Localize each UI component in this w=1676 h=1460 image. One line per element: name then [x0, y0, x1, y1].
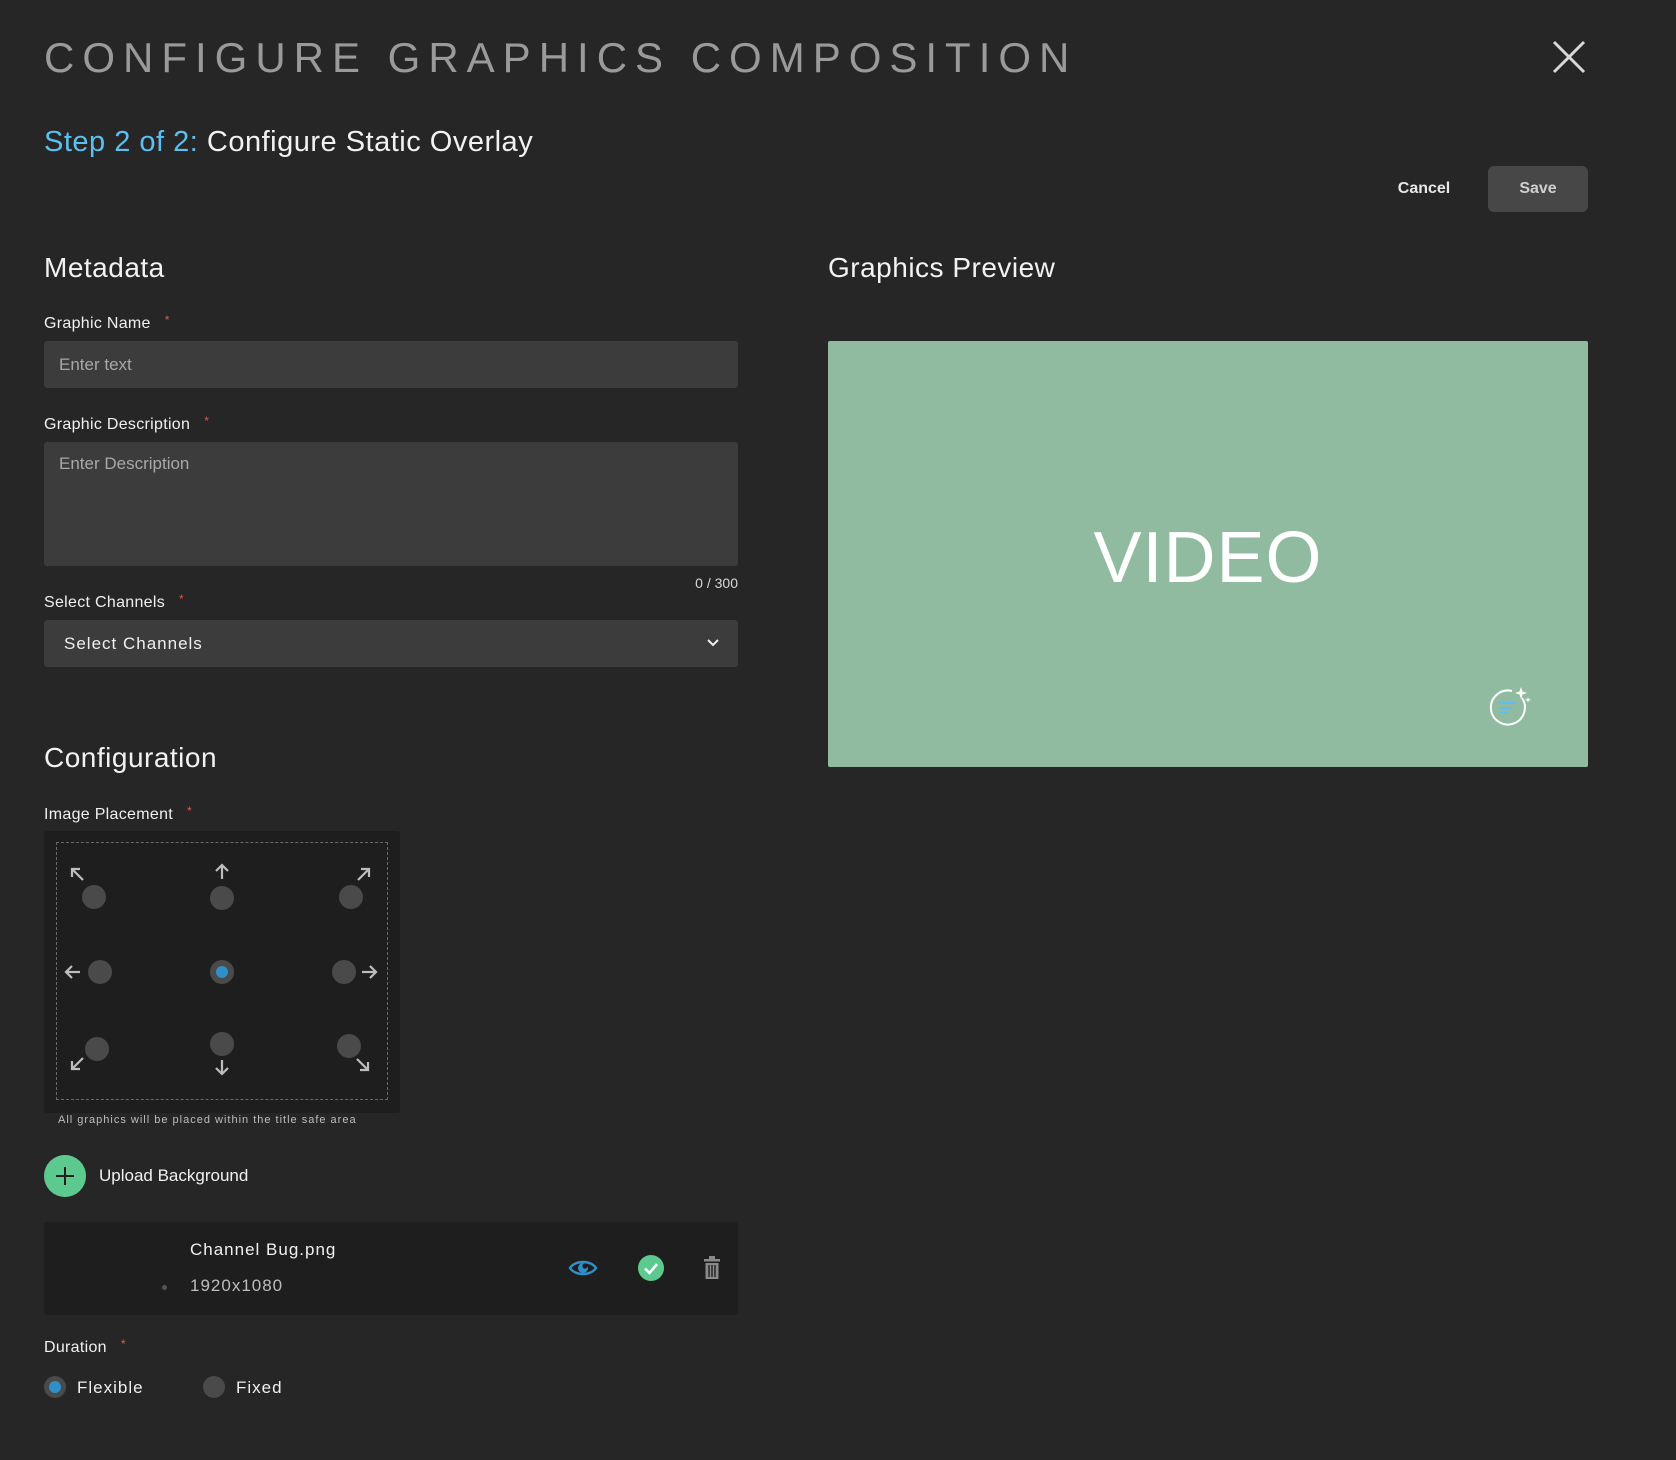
duration-flexible-radio[interactable]	[44, 1376, 66, 1398]
placement-bottom-center[interactable]	[210, 1032, 234, 1056]
image-placement-label: Image Placement *	[44, 804, 192, 824]
placement-middle-right[interactable]	[332, 960, 356, 984]
page-title: CONFIGURE GRAPHICS COMPOSITION	[44, 34, 1078, 81]
select-channels-label: Select Channels *	[44, 592, 184, 612]
eye-icon[interactable]	[568, 1255, 598, 1281]
video-placeholder-text: VIDEO	[1093, 518, 1323, 598]
arrow-up-icon	[215, 863, 229, 879]
save-button[interactable]: Save	[1488, 166, 1588, 212]
graphic-name-label: Graphic Name *	[44, 313, 170, 333]
select-channels-dropdown[interactable]: Select Channels	[44, 620, 738, 667]
file-thumbnail	[162, 1285, 167, 1290]
file-dimensions: 1920x1080	[190, 1276, 284, 1295]
placement-bottom-right[interactable]	[337, 1034, 361, 1058]
metadata-heading: Metadata	[44, 252, 165, 283]
graphics-preview-heading: Graphics Preview	[828, 252, 1056, 283]
image-placement-label-text: Image Placement	[44, 806, 174, 823]
title-safe-note: All graphics will be placed within the t…	[58, 1114, 357, 1126]
required-mark: *	[187, 804, 192, 818]
configuration-heading: Configuration	[44, 742, 218, 773]
placement-middle-left[interactable]	[88, 960, 112, 984]
graphic-name-label-text: Graphic Name	[44, 315, 151, 332]
placement-top-center[interactable]	[210, 886, 234, 910]
ai-sparkle-icon[interactable]	[1488, 685, 1532, 729]
uploaded-file-row: Channel Bug.png 1920x1080	[44, 1222, 738, 1315]
duration-label: Duration *	[44, 1337, 126, 1357]
chevron-down-icon	[707, 639, 719, 647]
character-counter: 0 / 300	[695, 575, 738, 591]
placement-top-right[interactable]	[339, 885, 363, 909]
required-mark: *	[204, 414, 210, 428]
required-mark: *	[164, 313, 170, 327]
placement-bottom-left[interactable]	[85, 1037, 109, 1061]
select-channels-label-text: Select Channels	[44, 594, 166, 611]
graphic-description-label-text: Graphic Description	[44, 416, 191, 433]
arrow-down-icon	[215, 1060, 229, 1076]
required-mark: *	[179, 592, 184, 606]
duration-fixed-label[interactable]: Fixed	[236, 1378, 283, 1398]
required-mark: *	[120, 1337, 126, 1351]
upload-background-button[interactable]: Upload Background	[99, 1166, 248, 1186]
file-name: Channel Bug.png	[190, 1240, 337, 1259]
arrow-up-left-icon	[70, 867, 84, 881]
image-placement-grid	[44, 831, 400, 1113]
select-channels-value: Select Channels	[64, 634, 203, 653]
arrow-left-icon	[64, 965, 80, 979]
graphic-name-input[interactable]	[44, 341, 738, 388]
step-title: Configure Static Overlay	[206, 126, 534, 158]
arrow-down-left-icon	[70, 1057, 84, 1071]
close-icon[interactable]	[1548, 36, 1590, 78]
graphics-preview-canvas: VIDEO	[828, 341, 1588, 767]
arrow-down-right-icon	[356, 1058, 370, 1072]
placement-center[interactable]	[210, 960, 234, 984]
step-indicator: Step 2 of 2: Configure Static Overlay	[44, 126, 533, 159]
duration-label-text: Duration	[44, 1339, 107, 1356]
arrow-right-icon	[362, 965, 378, 979]
placement-top-left[interactable]	[82, 885, 106, 909]
trash-icon[interactable]	[703, 1256, 721, 1280]
plus-icon[interactable]	[44, 1155, 86, 1197]
step-number: Step 2 of 2:	[44, 126, 199, 158]
arrow-up-right-icon	[357, 867, 371, 881]
graphic-description-label: Graphic Description *	[44, 414, 209, 434]
duration-flexible-label[interactable]: Flexible	[77, 1378, 144, 1398]
duration-fixed-radio[interactable]	[203, 1376, 225, 1398]
cancel-button[interactable]: Cancel	[1376, 166, 1472, 212]
check-circle-icon[interactable]	[637, 1254, 665, 1282]
graphic-description-input[interactable]	[44, 442, 738, 566]
